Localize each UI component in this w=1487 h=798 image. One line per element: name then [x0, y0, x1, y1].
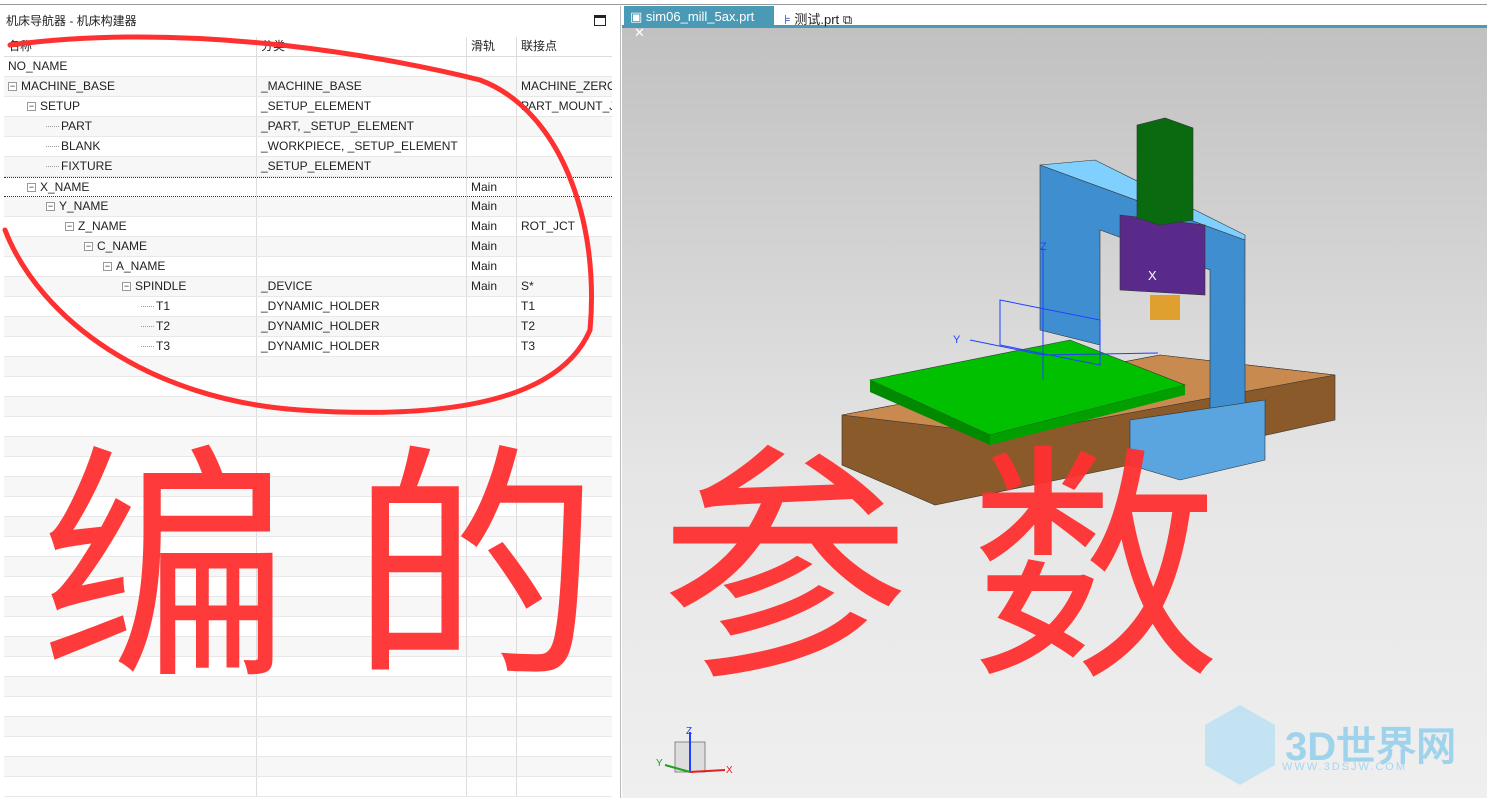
axis-label: Y: [953, 334, 961, 346]
view-triad: Z X Y: [656, 726, 733, 776]
handwritten-annotation-text: 编的参数: [40, 424, 1280, 715]
watermark-url: WWW.3DSJW.COM: [1282, 761, 1407, 773]
handwritten-circle: [2, 34, 594, 415]
triad-y: Y: [656, 758, 663, 769]
axis-label: X: [1148, 268, 1157, 283]
watermark-logo-icon: [1205, 705, 1275, 785]
triad-z: Z: [686, 726, 692, 737]
triad-x: X: [726, 765, 733, 776]
axis-label: Z: [1040, 241, 1047, 253]
